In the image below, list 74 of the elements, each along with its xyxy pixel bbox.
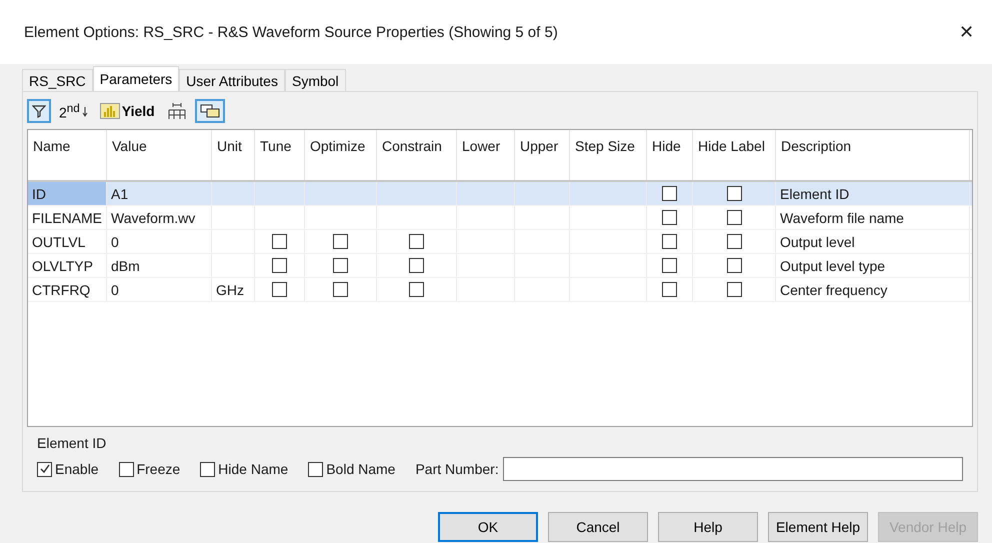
filter-icon <box>32 104 46 118</box>
checkbox[interactable] <box>662 210 677 225</box>
windows-button[interactable] <box>194 99 225 123</box>
checkbox[interactable]: Bold Name <box>308 461 396 477</box>
windows-icon <box>200 103 220 119</box>
close-button[interactable]: ✕ <box>953 17 980 47</box>
checkbox[interactable] <box>409 258 424 273</box>
table-cell: dBm <box>111 258 140 274</box>
checkbox[interactable] <box>662 282 677 297</box>
columns-icon <box>166 102 187 120</box>
checkbox[interactable]: Hide Name <box>200 461 288 477</box>
checkbox[interactable] <box>726 186 742 201</box>
checkbox[interactable] <box>333 282 348 297</box>
dialog-button[interactable]: OK <box>438 512 538 542</box>
column-header[interactable]: Lower <box>457 130 515 180</box>
checkbox[interactable] <box>272 258 287 273</box>
column-header[interactable]: Upper <box>515 130 570 180</box>
dialog-button[interactable]: Help <box>658 512 758 542</box>
table-cell: Waveform.wv <box>111 210 196 226</box>
bar-chart-icon <box>100 103 120 119</box>
checkbox[interactable] <box>409 234 424 249</box>
checkbox[interactable]: Freeze <box>118 461 180 477</box>
table-cell: Output level <box>780 234 855 250</box>
checkbox[interactable] <box>726 258 742 273</box>
column-header[interactable]: Name <box>28 130 107 180</box>
table-cell: FILENAME <box>32 210 102 226</box>
column-header[interactable]: Value <box>107 130 212 180</box>
table-cell: ID <box>32 186 46 202</box>
dialog-button[interactable]: Cancel <box>548 512 648 542</box>
field-label: Part Number: <box>415 461 499 477</box>
table-cell: GHz <box>216 282 244 298</box>
checkbox[interactable] <box>662 234 677 249</box>
tab[interactable]: Symbol <box>284 69 346 91</box>
table-cell: CTRFRQ <box>32 282 90 298</box>
column-header[interactable]: Step Size <box>570 130 647 180</box>
table-cell: OUTLVL <box>32 234 86 250</box>
table-cell: 0 <box>111 282 119 298</box>
table-cell: Output level type <box>780 258 886 274</box>
table-cell: OLVLTYP <box>32 258 93 274</box>
table-cell: Element ID <box>780 186 850 202</box>
group-label: Element ID <box>37 435 108 451</box>
dialog-button[interactable]: Element Help <box>768 512 868 542</box>
checkbox[interactable] <box>333 258 348 273</box>
window-title: Element Options: RS_SRC - R&S Waveform Source Properties (Showing 5 of 5) <box>24 24 558 40</box>
table-cell: A1 <box>111 186 128 202</box>
check-icon <box>38 463 50 475</box>
checkbox[interactable] <box>726 282 742 297</box>
checkbox[interactable] <box>333 234 348 249</box>
column-header[interactable]: Hide Label <box>693 130 776 180</box>
column-header[interactable]: Hide <box>647 130 693 180</box>
toolbar-button[interactable]: 2$^{nd}$ <box>55 99 92 123</box>
input-field[interactable] <box>502 457 963 481</box>
table-cell: Center frequency <box>780 282 888 298</box>
down-arrow-icon <box>82 105 88 117</box>
column-header[interactable]: Constrain <box>377 130 457 180</box>
table-cell: 0 <box>111 234 119 250</box>
filter-button[interactable] <box>27 99 51 123</box>
checkbox[interactable]: Enable <box>37 461 99 477</box>
tab[interactable]: RS_SRC <box>22 69 93 91</box>
checkbox[interactable] <box>726 234 742 249</box>
column-header[interactable]: Tune <box>255 130 305 180</box>
checkbox[interactable] <box>409 282 424 297</box>
column-header[interactable]: Optimize <box>305 130 377 180</box>
checkbox[interactable] <box>662 258 677 273</box>
checkbox[interactable] <box>662 186 677 201</box>
yield-button[interactable]: Yield <box>96 99 159 123</box>
tab[interactable]: Parameters <box>92 66 180 91</box>
checkbox[interactable] <box>272 234 287 249</box>
table-cell: Waveform file name <box>780 210 904 226</box>
checkbox[interactable] <box>272 282 287 297</box>
column-header[interactable]: Unit <box>212 130 255 180</box>
column-header[interactable]: Description <box>776 130 970 180</box>
tab[interactable]: User Attributes <box>179 69 285 91</box>
checkbox[interactable] <box>726 210 742 225</box>
